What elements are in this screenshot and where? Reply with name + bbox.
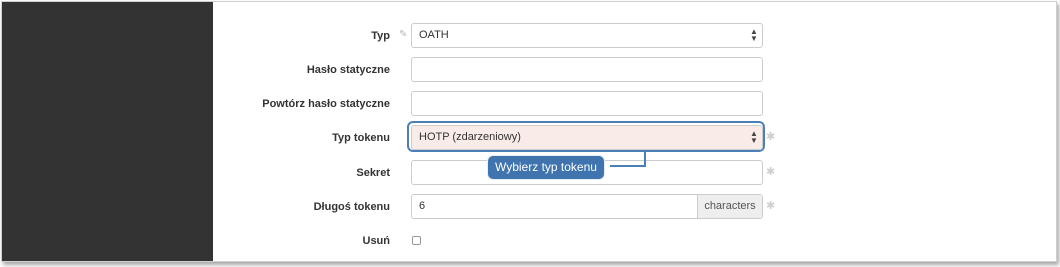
form-row-repeat-static-password: Powtórz hasło statyczne xyxy=(213,91,1056,117)
typ-select-value: OATH xyxy=(419,29,449,41)
form-row-token-length: Długoś tokenu 6 characters ✱ xyxy=(213,194,1056,220)
form-row-delete: Usuń xyxy=(213,228,1056,254)
static-password-label: Hasło statyczne xyxy=(306,64,390,76)
callout-tooltip: Wybierz typ tokenu xyxy=(487,155,605,180)
form-row-static-password: Hasło statyczne xyxy=(213,57,1056,83)
token-type-select[interactable]: HOTP (zdarzeniowy) ▲ ▼ xyxy=(411,125,763,150)
sidebar xyxy=(2,2,213,261)
asterisk-icon: ✱ xyxy=(766,131,776,143)
form-panel: Typ ✎ OATH ▲ ▼ Hasło statyczne Powtórz ha… xyxy=(213,2,1056,261)
form-row-typ: Typ ✎ OATH ▲ ▼ xyxy=(213,23,1056,49)
app-window: Typ ✎ OATH ▲ ▼ Hasło statyczne Powtórz ha… xyxy=(1,1,1057,262)
repeat-static-password-input[interactable] xyxy=(411,91,763,116)
callout-connector xyxy=(610,165,646,167)
secret-label: Sekret xyxy=(356,167,390,179)
asterisk-icon: ✱ xyxy=(766,166,776,178)
form-row-token-type: Typ tokenu HOTP (zdarzeniowy) ▲ ▼ ✱ xyxy=(213,121,1056,152)
token-length-label: Długoś tokenu xyxy=(313,201,390,213)
typ-select[interactable]: OATH ▲ ▼ xyxy=(411,23,763,48)
delete-checkbox[interactable] xyxy=(412,236,421,245)
asterisk-icon: ✱ xyxy=(766,200,776,212)
static-password-input[interactable] xyxy=(411,57,763,82)
select-arrows-icon: ▲ ▼ xyxy=(750,129,758,145)
select-arrows-icon: ▲ ▼ xyxy=(750,27,758,43)
delete-label: Usuń xyxy=(362,235,391,247)
token-length-value: 6 xyxy=(419,200,426,212)
edit-icon[interactable]: ✎ xyxy=(399,30,409,40)
typ-label: Typ xyxy=(371,30,390,42)
token-length-input[interactable]: 6 characters xyxy=(411,194,763,219)
form-row-secret: Sekret ✱ xyxy=(213,160,1056,186)
token-type-label: Typ tokenu xyxy=(332,132,390,144)
token-length-unit: characters xyxy=(697,195,762,218)
repeat-static-password-label: Powtórz hasło statyczne xyxy=(262,98,390,110)
token-type-select-value: HOTP (zdarzeniowy) xyxy=(419,131,521,143)
